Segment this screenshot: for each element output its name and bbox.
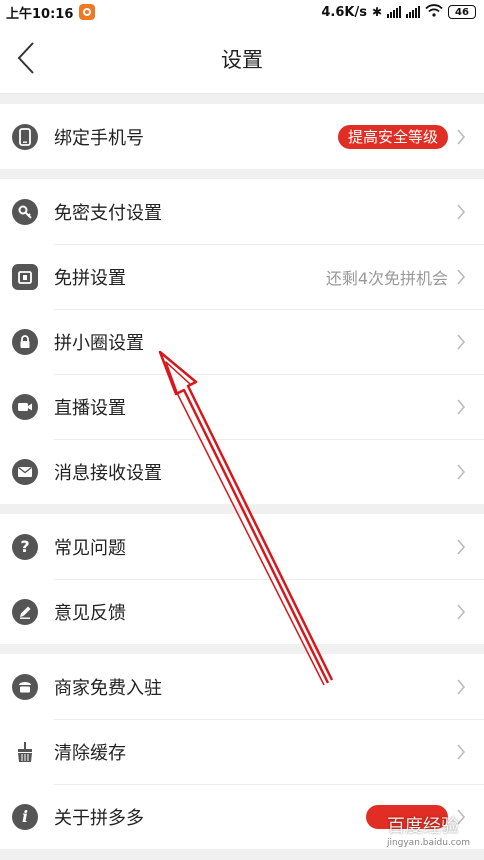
chevron-right-icon [457, 538, 466, 555]
settings-item-about[interactable]: i 关于拼多多 [0, 784, 484, 849]
chevron-right-icon [457, 808, 466, 825]
pencil-icon [12, 598, 38, 625]
settings-item-message[interactable]: 消息接收设置 [0, 439, 484, 504]
question-icon: ? [12, 533, 38, 560]
settings-item-label: 常见问题 [54, 537, 126, 559]
settings-item-label: 关于拼多多 [54, 807, 144, 829]
mail-icon [12, 458, 38, 485]
settings-item-free-group[interactable]: 免拼设置 还剩4次免拼机会 [0, 244, 484, 309]
settings-item-live[interactable]: 直播设置 [0, 374, 484, 439]
settings-group-about: 商家免费入驻 清除缓存 i 关于拼多多 [0, 654, 484, 849]
chevron-right-icon [457, 743, 466, 760]
settings-item-merchant[interactable]: 商家免费入驻 [0, 654, 484, 719]
cell-signal-icon [387, 6, 401, 18]
settings-item-circle[interactable]: 拼小圈设置 [0, 309, 484, 374]
settings-item-label: 商家免费入驻 [54, 677, 162, 699]
security-level-badge: 提高安全等级 [337, 124, 448, 149]
chevron-right-icon [457, 463, 466, 480]
settings-item-label: 绑定手机号 [54, 127, 144, 149]
broom-icon [12, 739, 38, 765]
settings-item-label: 意见反馈 [54, 602, 126, 624]
nav-bar: 设置 [0, 24, 484, 94]
notification-app-icon [79, 4, 96, 20]
chevron-right-icon [457, 268, 466, 285]
back-button[interactable] [8, 38, 44, 78]
settings-item-clear-cache[interactable]: 清除缓存 [0, 719, 484, 784]
page-title: 设置 [221, 47, 263, 72]
battery-indicator: 46 [448, 5, 476, 19]
store-icon [12, 673, 38, 700]
settings-item-password-free-pay[interactable]: 免密支付设置 [0, 179, 484, 244]
status-bar: 上午10:16 4.6K/s ✱ 46 [0, 0, 484, 24]
settings-item-label: 免拼设置 [54, 267, 126, 289]
chevron-right-icon [457, 203, 466, 220]
network-speed: 4.6K/s [321, 4, 367, 20]
chevron-right-icon [457, 128, 466, 145]
settings-item-faq[interactable]: ? 常见问题 [0, 514, 484, 579]
settings-item-feedback[interactable]: 意见反馈 [0, 579, 484, 644]
settings-group-features: 免密支付设置 免拼设置 还剩4次免拼机会 拼小圈设置 直播设置 消息接收设置 [0, 179, 484, 504]
settings-item-label: 拼小圈设置 [54, 332, 144, 354]
chevron-left-icon [17, 42, 34, 74]
settings-group-account: 绑定手机号 提高安全等级 [0, 104, 484, 169]
wifi-icon [425, 3, 443, 21]
video-camera-icon [12, 393, 38, 420]
new-version-badge [366, 804, 448, 829]
settings-item-label: 消息接收设置 [54, 462, 162, 484]
chevron-right-icon [457, 333, 466, 350]
chevron-right-icon [457, 678, 466, 695]
lock-icon [12, 328, 38, 355]
phone-icon [12, 123, 38, 150]
settings-item-label: 清除缓存 [54, 742, 126, 764]
cell-signal-icon-2 [406, 6, 420, 18]
coupon-icon [12, 263, 38, 290]
key-icon [12, 198, 38, 225]
settings-item-bind-phone[interactable]: 绑定手机号 提高安全等级 [0, 104, 484, 169]
settings-group-support: ? 常见问题 意见反馈 [0, 514, 484, 644]
chevron-right-icon [457, 398, 466, 415]
status-time: 上午10:16 [6, 6, 74, 22]
info-icon: i [12, 803, 38, 830]
free-group-remaining-hint: 还剩4次免拼机会 [325, 268, 448, 288]
settings-item-label: 直播设置 [54, 397, 126, 419]
chevron-right-icon [457, 603, 466, 620]
bluetooth-icon: ✱ [371, 5, 382, 19]
settings-item-label: 免密支付设置 [54, 202, 162, 224]
